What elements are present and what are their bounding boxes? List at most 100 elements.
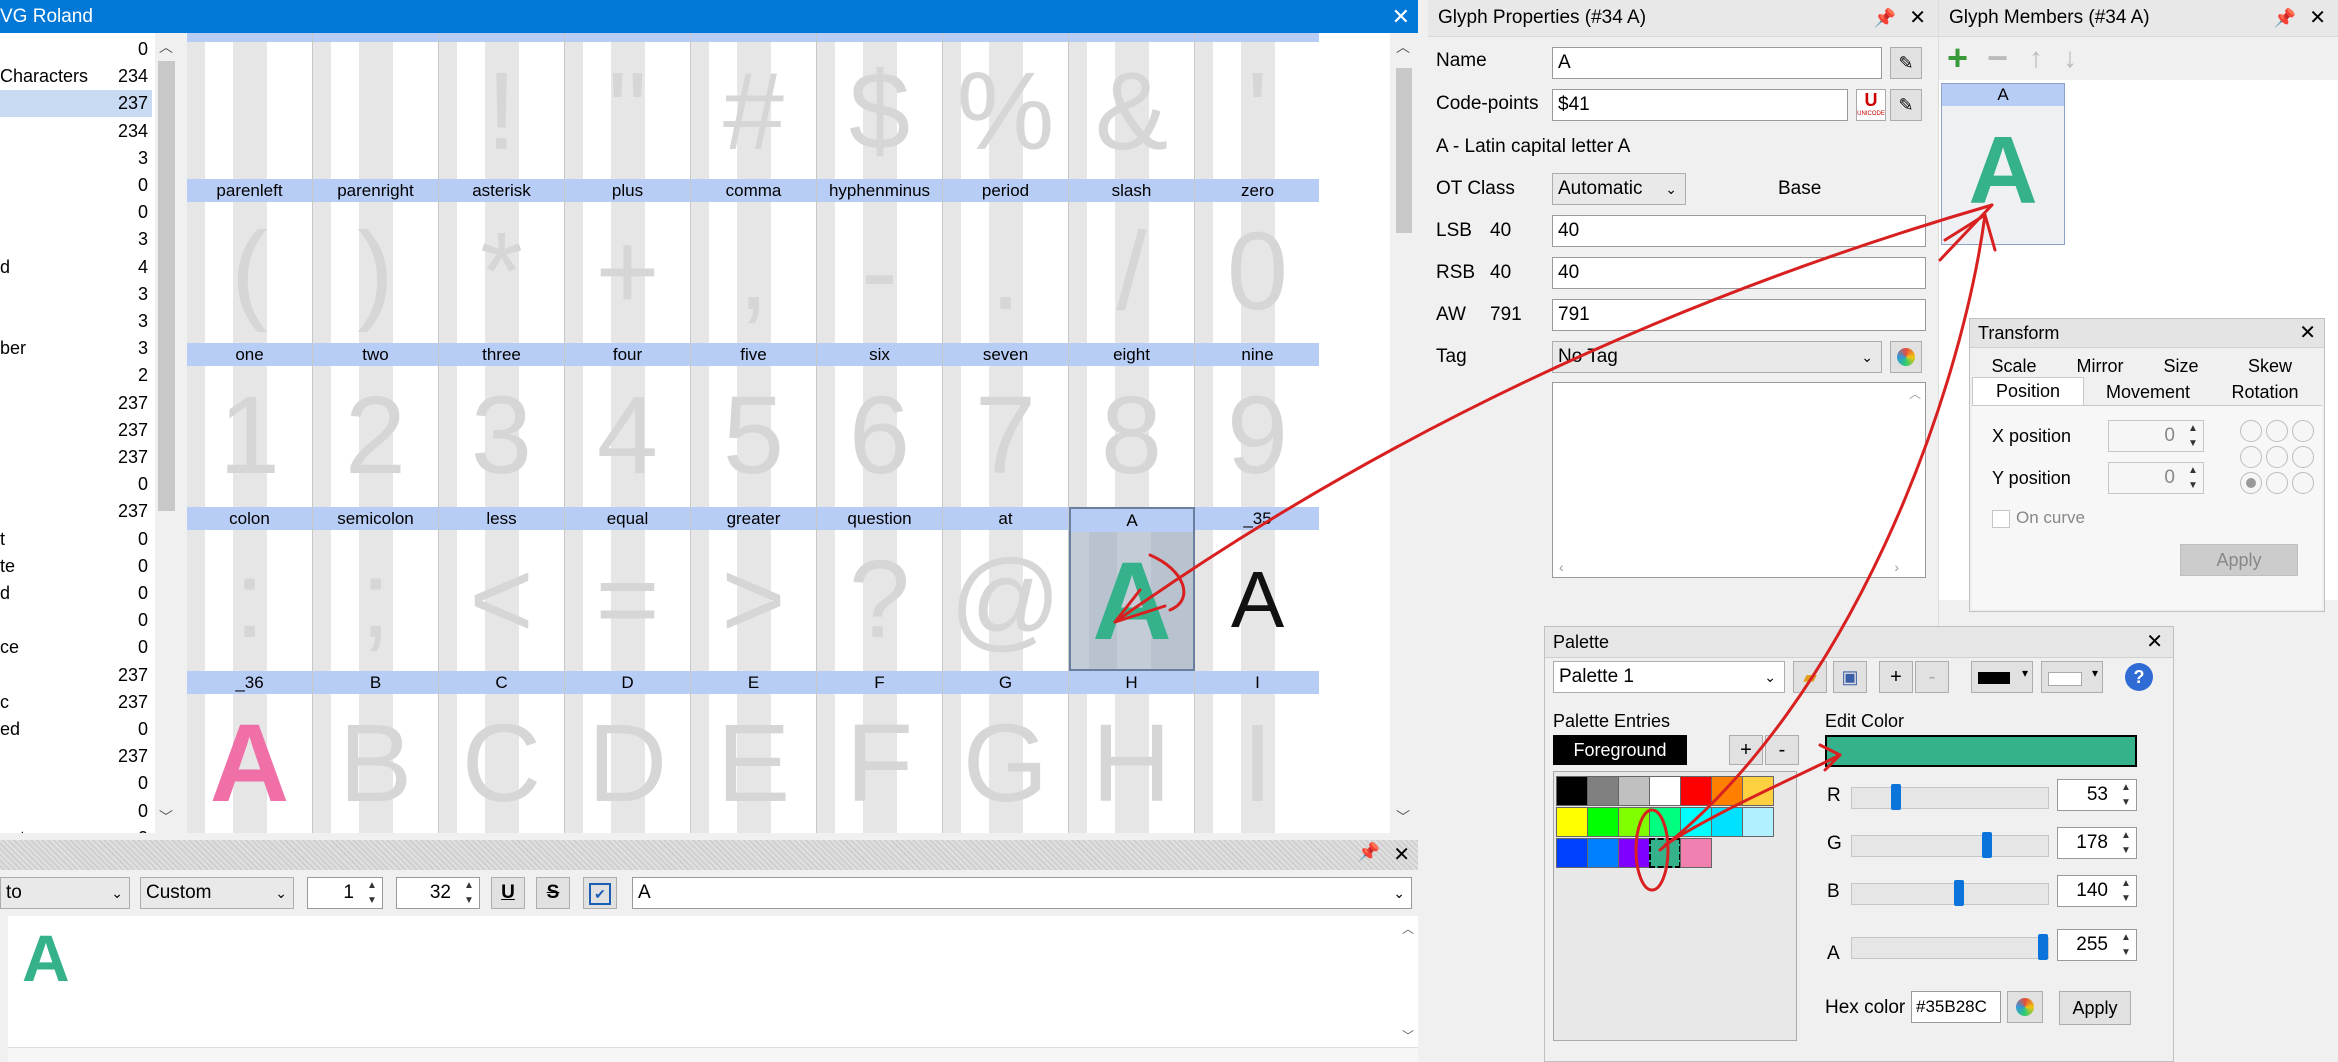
group-list-item[interactable]: 237 (0, 417, 152, 444)
glyph-group-list[interactable]: 0 Characters 234 237 234 3 0 0 3 d 4 3 3 ber 3 2 237 237 2… (0, 33, 155, 833)
glyph-cell[interactable]: II (1195, 671, 1319, 833)
unicode-icon[interactable]: U UNICODE (1856, 89, 1886, 121)
hex-color-input[interactable]: #35B28C (1911, 991, 2001, 1023)
help-icon[interactable]: ? (2125, 663, 2153, 691)
glyph-cell[interactable]: period. (943, 179, 1069, 343)
add-palette-button[interactable]: + (1879, 661, 1913, 693)
anchor-bottom-left[interactable] (2240, 472, 2262, 494)
glyph-cell[interactable]: CC (439, 671, 565, 833)
group-list-item[interactable]: ber 3 (0, 335, 152, 362)
group-list-item[interactable]: 237 (0, 90, 152, 118)
group-list-item[interactable]: 2 (0, 362, 152, 389)
pin-icon[interactable]: 📌 (1358, 842, 1380, 863)
underline-button[interactable]: U (491, 877, 525, 909)
strikethrough-button[interactable]: S (536, 877, 570, 909)
background-color-dropdown[interactable]: ▾ (2041, 661, 2103, 693)
glyph-cell[interactable]: hyphenminus - (817, 179, 943, 343)
close-icon[interactable]: ✕ (1393, 842, 1410, 867)
r-slider[interactable] (1851, 784, 2049, 810)
anchor-mid-right[interactable] (2292, 446, 2314, 468)
scroll-up-icon[interactable]: ︿ (1909, 385, 1921, 402)
pin-icon[interactable]: 📌 (1874, 0, 1896, 36)
scroll-down-icon[interactable]: ﹀ (1396, 807, 1410, 827)
scroll-up-icon[interactable]: ︿ (159, 37, 173, 57)
anchor-mid-left[interactable] (2240, 446, 2262, 468)
spin-arrows-icon[interactable]: ▲ ▼ (2116, 828, 2136, 858)
group-list-item[interactable]: 237 (0, 662, 152, 689)
scroll-up-icon[interactable]: ︿ (1396, 37, 1410, 57)
tab-movement[interactable]: Movement (2088, 379, 2208, 406)
glyph-cell[interactable]: " (565, 33, 691, 183)
spin-arrows-icon[interactable]: ▲ ▼ (2116, 780, 2136, 810)
glyph-cell[interactable]: asterisk * (439, 179, 565, 343)
palette-swatch[interactable] (1742, 807, 1774, 837)
palette-swatch[interactable] (1556, 776, 1588, 806)
glyph-cell[interactable]: DD (565, 671, 691, 833)
g-spin[interactable]: 178 ▲ ▼ (2057, 827, 2137, 859)
glyph-cell[interactable]: two 2 (313, 343, 439, 507)
name-input[interactable]: A (1552, 47, 1882, 79)
palette-swatch[interactable] (1556, 807, 1588, 837)
glyph-grid-scrollbar[interactable]: ︿ ﹀ (1390, 33, 1418, 833)
glyph-cell[interactable]: parenright) (313, 179, 439, 343)
glyph-cell[interactable]: three 3 (439, 343, 565, 507)
group-list-item[interactable]: 237 (0, 743, 152, 770)
glyph-cell[interactable]: question? (817, 507, 943, 671)
glyph-cell[interactable]: at @ (943, 507, 1069, 671)
preview-text-input[interactable]: A ⌄ (632, 877, 1412, 909)
palette-swatch[interactable] (1711, 807, 1743, 837)
palette-swatch[interactable] (1680, 776, 1712, 806)
glyph-cell[interactable]: & (1069, 33, 1195, 183)
glyph-cell[interactable]: $ (817, 33, 943, 183)
spin-arrows-icon[interactable]: ▲ ▼ (2183, 463, 2203, 493)
glyph-cell[interactable]: zero 0 (1195, 179, 1319, 343)
group-list-item[interactable]: 0 (0, 172, 152, 199)
glyph-cell[interactable]: # (691, 33, 817, 183)
g-slider[interactable] (1851, 832, 2049, 858)
palette-swatch[interactable] (1587, 838, 1619, 868)
preview-font-combo[interactable]: to ⌄ (0, 877, 130, 909)
palette-swatch[interactable] (1649, 838, 1681, 868)
glyph-cell[interactable] (187, 33, 313, 183)
glyph-cell[interactable]: seven 7 (943, 343, 1069, 507)
group-list-item[interactable]: 0 (0, 607, 152, 634)
palette-swatch[interactable] (1649, 776, 1681, 806)
spin-arrows-icon[interactable]: ▲ ▼ (2116, 876, 2136, 906)
save-palette-button[interactable]: ▣ (1833, 661, 1867, 693)
palette-swatch[interactable] (1680, 838, 1712, 868)
r-spin[interactable]: 53 ▲ ▼ (2057, 779, 2137, 811)
close-icon[interactable]: ✕ (2299, 319, 2316, 347)
otclass-combo[interactable]: Automatic ⌄ (1552, 173, 1686, 205)
tab-position[interactable]: Position (1972, 377, 2084, 405)
group-list-item[interactable]: 237 (0, 444, 152, 471)
glyph-cell[interactable]: equal = (565, 507, 691, 671)
group-list-item[interactable]: ed 0 (0, 716, 152, 743)
group-list-item[interactable]: 0 (0, 798, 152, 825)
palette-swatch[interactable] (1618, 838, 1650, 868)
anchor-top-left[interactable] (2240, 420, 2262, 442)
group-list-item[interactable]: 0 (0, 770, 152, 797)
scroll-down-icon[interactable]: ﹀ (159, 807, 173, 827)
group-list-item[interactable]: t0 (0, 526, 152, 553)
glyph-cell[interactable]: parenleft ( (187, 179, 313, 343)
glyph-cell[interactable]: semicolon; (313, 507, 439, 671)
glyph-cell[interactable]: six 6 (817, 343, 943, 507)
palette-swatch[interactable] (1742, 776, 1774, 806)
preview-scrollbar[interactable]: ︿ ﹀ (1398, 916, 1418, 1046)
close-icon[interactable]: ✕ (1392, 0, 1410, 33)
notes-textarea[interactable]: ︿ ‹ › (1552, 382, 1926, 578)
edit-codepoints-button[interactable]: ✎ (1890, 89, 1922, 121)
spin-arrows-icon[interactable]: ▲ ▼ (2183, 421, 2203, 451)
glyph-cell[interactable]: BB (313, 671, 439, 833)
group-list-item[interactable]: ent 0 (0, 825, 152, 833)
arrow-up-icon[interactable]: ↑ (2029, 36, 2043, 80)
anchor-mid-center[interactable] (2266, 446, 2288, 468)
glyph-cell[interactable]: slash / (1069, 179, 1195, 343)
glyph-cell[interactable]: plus + (565, 179, 691, 343)
b-thumb[interactable] (1954, 880, 1965, 906)
group-list-item[interactable]: te 0 (0, 553, 152, 580)
glyph-cell[interactable]: AA (1069, 507, 1195, 671)
splitter[interactable] (179, 33, 187, 833)
glyph-cell[interactable]: four 4 (565, 343, 691, 507)
glyph-cell[interactable]: comma, (691, 179, 817, 343)
